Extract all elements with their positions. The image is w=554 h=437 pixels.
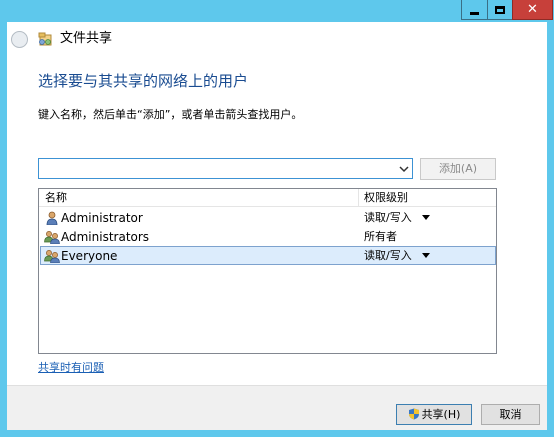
share-button[interactable]: 共享(H) — [396, 404, 472, 425]
cancel-button[interactable]: 取消 — [481, 404, 540, 425]
shield-icon — [408, 408, 419, 420]
user-search-input[interactable] — [41, 160, 391, 177]
back-button[interactable] — [11, 31, 28, 48]
window-title: 文件共享 — [60, 31, 113, 46]
minimize-button[interactable] — [461, 0, 488, 20]
column-header-permission[interactable]: 权限级别 — [364, 191, 408, 205]
list-item-selected[interactable]: Everyone 读取/写入 — [40, 246, 496, 265]
sharing-help-link[interactable]: 共享时有问题 — [38, 361, 104, 375]
column-divider[interactable] — [358, 189, 359, 207]
group-icon — [44, 231, 60, 244]
permission-dropdown-icon[interactable] — [422, 253, 430, 258]
minimize-icon — [470, 11, 479, 15]
instruction-text: 键入名称，然后单击“添加”，或者单击箭头查找用户。 — [38, 108, 303, 121]
page-title: 选择要与其共享的网络上的用户 — [38, 72, 249, 90]
list-item-name: Administrator — [61, 211, 143, 225]
add-button[interactable]: 添加(A) — [420, 158, 496, 180]
close-button[interactable]: ✕ — [512, 0, 553, 20]
permission-level: 所有者 — [364, 230, 397, 243]
file-sharing-icon — [38, 32, 52, 46]
permission-level[interactable]: 读取/写入 — [364, 249, 412, 263]
user-combobox[interactable] — [38, 158, 413, 179]
permission-dropdown-icon[interactable] — [422, 215, 430, 220]
chevron-down-icon[interactable] — [399, 163, 409, 175]
column-header-name[interactable]: 名称 — [45, 191, 67, 205]
list-item-name: Everyone — [61, 249, 118, 263]
dialog-footer: 共享(H) 取消 — [7, 385, 547, 430]
group-icon — [44, 250, 60, 263]
user-icon — [46, 211, 58, 225]
list-header: 名称 权限级别 — [39, 189, 496, 207]
maximize-icon — [495, 5, 505, 14]
share-button-label: 共享(H) — [421, 408, 461, 421]
user-list[interactable]: 名称 权限级别 Administrator 读取/写入 Administrato… — [38, 188, 497, 354]
list-item[interactable]: Administrators 所有者 — [40, 227, 496, 246]
title-bar: 文件共享 — [7, 22, 547, 56]
close-icon: ✕ — [527, 2, 538, 17]
permission-level[interactable]: 读取/写入 — [364, 211, 412, 225]
list-item-name: Administrators — [61, 230, 150, 244]
sharing-panel: 选择要与其共享的网络上的用户 键入名称，然后单击“添加”，或者单击箭头查找用户。… — [7, 56, 547, 385]
maximize-button[interactable] — [487, 0, 513, 20]
file-sharing-window: ✕ 文件共享 选择要与其共享的网络上的用户 键入名称，然后单击“添加”，或者单击… — [0, 0, 554, 437]
list-item[interactable]: Administrator 读取/写入 — [40, 208, 496, 227]
